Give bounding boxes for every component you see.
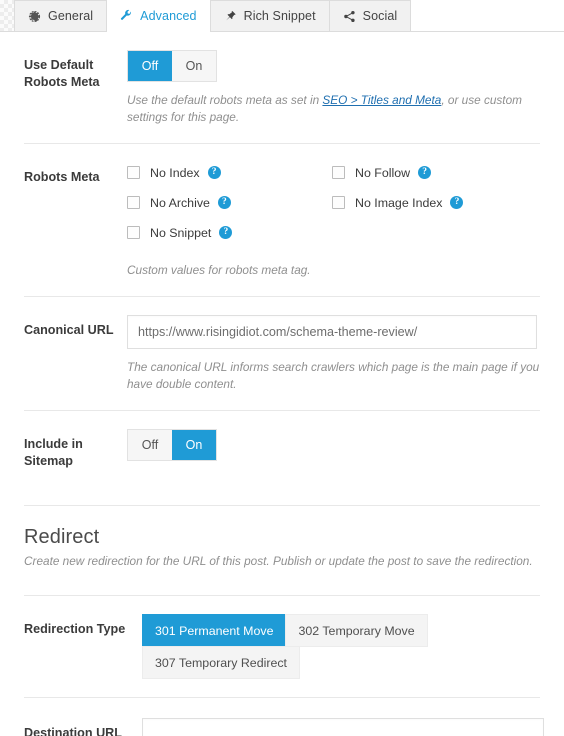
titles-and-meta-link[interactable]: SEO > Titles and Meta <box>322 93 441 107</box>
wrench-icon <box>120 9 133 22</box>
no-archive-label: No Archive <box>150 195 210 210</box>
canonical-url-label: Canonical URL <box>24 323 114 337</box>
checkbox-no-index[interactable]: No Index ? <box>127 162 332 183</box>
redirect-section-header: Redirect Create new redirection for the … <box>24 506 540 570</box>
tab-social[interactable]: Social <box>328 0 412 31</box>
destination-url-input[interactable] <box>142 718 544 736</box>
no-snippet-question-mark-icon[interactable]: ? <box>219 226 233 239</box>
gear-icon <box>28 10 41 23</box>
no-snippet-checkbox[interactable] <box>127 226 140 239</box>
no-follow-label: No Follow <box>355 165 411 180</box>
include-in-sitemap-label: Include in Sitemap <box>24 437 83 468</box>
no-archive-checkbox[interactable] <box>127 196 140 209</box>
row-destination-url: Destination URL <box>24 698 544 736</box>
row-canonical-url: Canonical URL The canonical URL informs … <box>24 297 540 411</box>
use-default-robots-meta-on-option[interactable]: On <box>172 51 216 81</box>
row-redirection-type: Redirection Type 301 Permanent Move 302 … <box>24 596 540 698</box>
tab-rich-snippet[interactable]: Rich Snippet <box>209 0 330 31</box>
robots-meta-column-left: No Index ? No Archive ? No Snippet ? <box>127 162 332 252</box>
robots-meta-help: Custom values for robots meta tag. <box>127 263 311 277</box>
no-index-checkbox[interactable] <box>127 166 140 179</box>
use-default-robots-meta-label: Use Default Robots Meta <box>24 58 100 89</box>
redirection-type-row-1: 301 Permanent Move 302 Temporary Move <box>142 614 428 647</box>
include-in-sitemap-toggle[interactable]: Off On <box>127 429 217 461</box>
destination-url-label: Destination URL <box>24 726 122 736</box>
share-icon <box>343 10 356 23</box>
tab-advanced-label: Advanced <box>140 8 197 23</box>
row-robots-meta: Robots Meta No Index ? No Archive ? No S… <box>24 144 540 297</box>
canonical-url-help: The canonical URL informs search crawler… <box>127 360 540 391</box>
redirection-type-label: Redirection Type <box>24 622 126 636</box>
redirect-subtitle: Create new redirection for the URL of th… <box>24 554 533 568</box>
advanced-seo-settings-panel: General Advanced Rich Snippet Social Use… <box>0 0 564 736</box>
tab-advanced[interactable]: Advanced <box>106 0 211 32</box>
use-default-robots-meta-toggle[interactable]: Off On <box>127 50 217 82</box>
redirect-divider <box>24 570 540 596</box>
no-follow-question-mark-icon[interactable]: ? <box>418 166 432 179</box>
canonical-url-input[interactable] <box>127 315 537 349</box>
tab-general-label: General <box>48 9 94 23</box>
settings-content: Use Default Robots Meta Off On Use the d… <box>0 32 564 736</box>
robots-meta-label: Robots Meta <box>24 170 100 184</box>
no-snippet-label: No Snippet <box>150 225 212 240</box>
settings-tab-bar: General Advanced Rich Snippet Social <box>0 0 564 32</box>
checkbox-no-snippet[interactable]: No Snippet ? <box>127 222 332 243</box>
redirection-type-row-2: 307 Temporary Redirect <box>142 646 412 679</box>
redirection-type-302-button[interactable]: 302 Temporary Move <box>285 614 428 647</box>
use-default-robots-meta-help: Use the default robots meta as set in SE… <box>127 92 540 126</box>
tab-general[interactable]: General <box>14 0 108 31</box>
no-index-question-mark-icon[interactable]: ? <box>207 166 221 179</box>
help-text-before: Use the default robots meta as set in <box>127 93 323 107</box>
checkbox-no-archive[interactable]: No Archive ? <box>127 192 332 213</box>
section-divider <box>24 480 540 506</box>
no-follow-checkbox[interactable] <box>332 166 345 179</box>
no-image-index-label: No Image Index <box>355 195 443 210</box>
robots-meta-column-right: No Follow ? No Image Index ? <box>332 162 537 252</box>
tab-social-label: Social <box>362 9 398 23</box>
pin-icon <box>224 10 237 23</box>
include-in-sitemap-on-option[interactable]: On <box>172 430 216 460</box>
row-include-in-sitemap: Include in Sitemap Off On <box>24 411 540 480</box>
row-use-default-robots-meta: Use Default Robots Meta Off On Use the d… <box>24 32 540 144</box>
no-image-index-question-mark-icon[interactable]: ? <box>450 196 464 209</box>
robots-meta-checkbox-grid: No Index ? No Archive ? No Snippet ? No … <box>127 162 540 252</box>
no-index-label: No Index <box>150 165 200 180</box>
tab-rich-snippet-label: Rich Snippet <box>243 9 316 23</box>
no-archive-question-mark-icon[interactable]: ? <box>217 196 231 209</box>
checkbox-no-follow[interactable]: No Follow ? <box>332 162 537 183</box>
redirection-type-301-button[interactable]: 301 Permanent Move <box>142 614 287 647</box>
redirection-type-button-group: 301 Permanent Move 302 Temporary Move 30… <box>142 614 428 679</box>
checkbox-no-image-index[interactable]: No Image Index ? <box>332 192 537 213</box>
redirection-type-307-button[interactable]: 307 Temporary Redirect <box>142 646 301 679</box>
redirect-title: Redirect <box>24 526 100 548</box>
use-default-robots-meta-off-option[interactable]: Off <box>128 51 172 81</box>
include-in-sitemap-off-option[interactable]: Off <box>128 430 172 460</box>
no-image-index-checkbox[interactable] <box>332 196 345 209</box>
